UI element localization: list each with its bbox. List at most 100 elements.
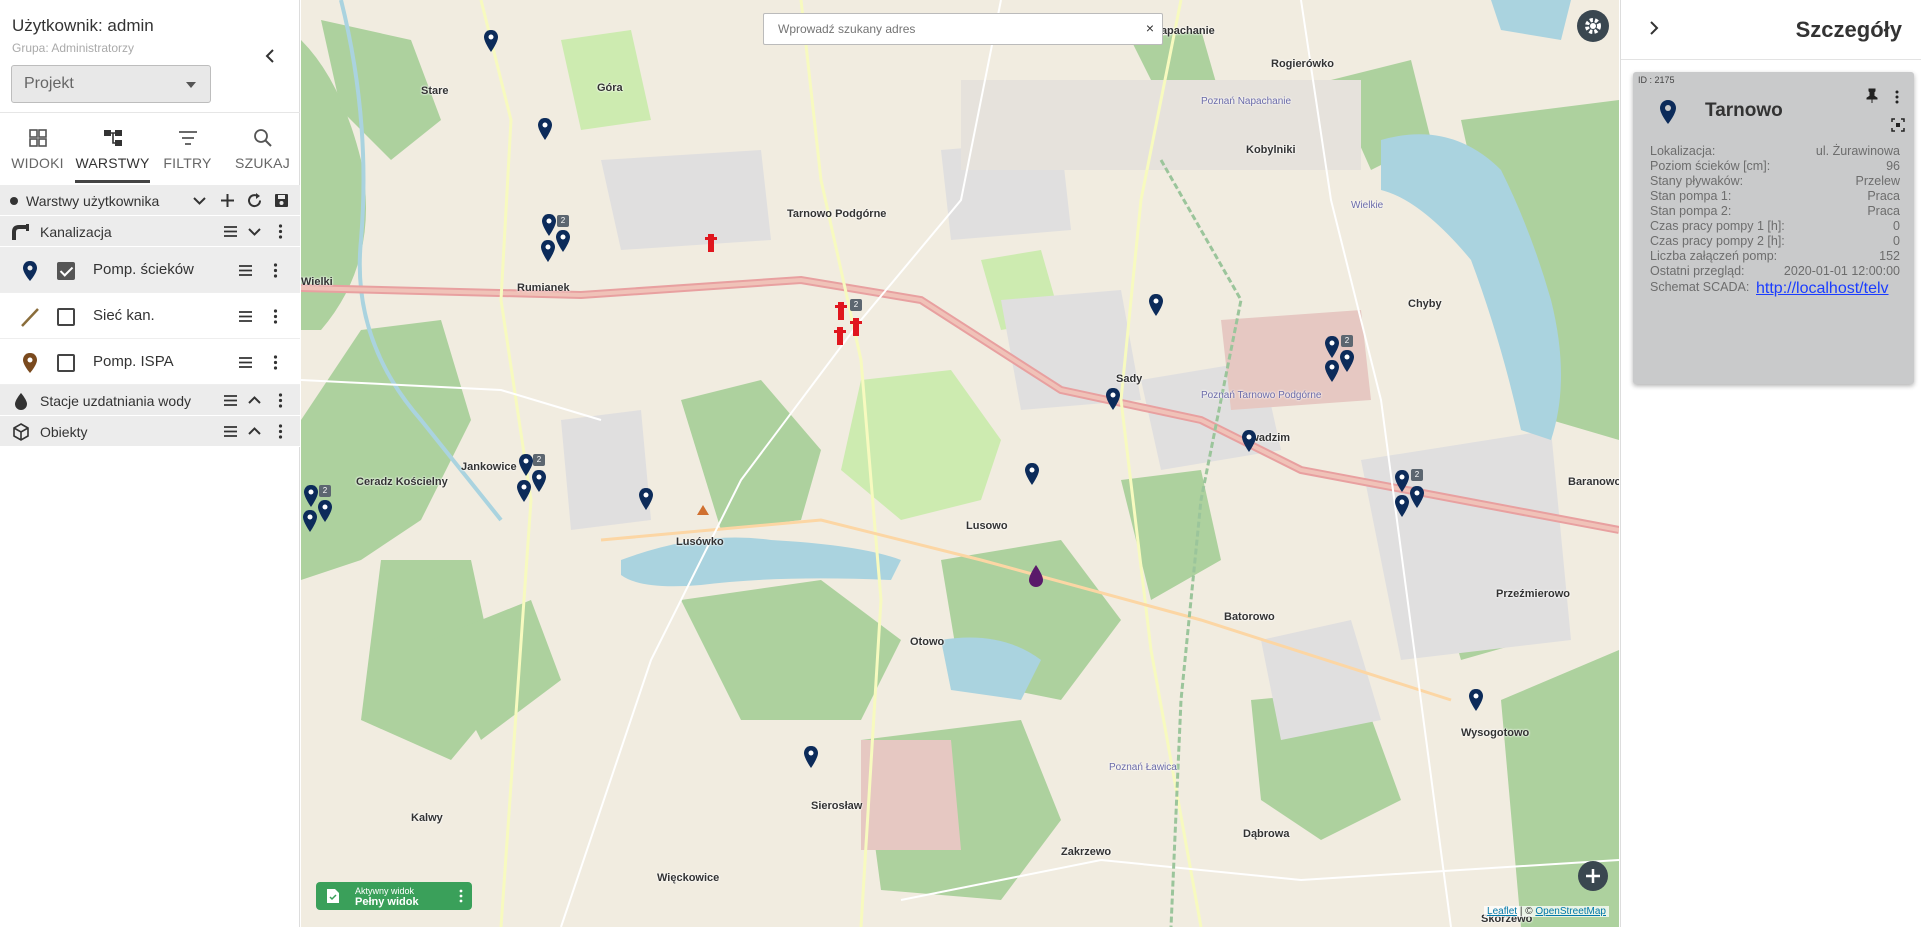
layer-checkbox[interactable] (57, 262, 75, 280)
map-settings-button[interactable] (1577, 10, 1609, 42)
refresh-icon[interactable] (246, 192, 263, 209)
field-value: 152 (1879, 249, 1900, 263)
caret-down-icon (186, 82, 196, 88)
place-label: Jankowice (461, 461, 517, 473)
add-layer-icon[interactable] (219, 192, 236, 209)
tab-szukaj[interactable]: SZUKAJ (225, 113, 300, 183)
user-block: Użytkownik: admin Grupa: Administratorzy (12, 16, 154, 55)
clear-search-button[interactable]: × (1146, 20, 1154, 36)
tab-filtry[interactable]: FILTRY (150, 113, 225, 183)
layers-panel: Warstwy użytkownika Kanalizacja Pomp. śc… (0, 185, 300, 447)
drag-handle-icon[interactable] (237, 308, 254, 325)
field-value: 96 (1886, 159, 1900, 173)
more-vert-icon[interactable] (267, 354, 284, 371)
pump-marker[interactable] (483, 30, 499, 52)
chevron-down-icon[interactable] (191, 192, 208, 209)
drag-handle-icon[interactable] (222, 392, 239, 409)
pump-marker[interactable] (1324, 336, 1340, 358)
address-search-input[interactable] (778, 15, 1138, 43)
place-label: Rogierówko (1271, 58, 1334, 70)
pump-marker[interactable] (1105, 388, 1121, 410)
drag-handle-icon[interactable] (237, 354, 254, 371)
hydrant-marker[interactable] (703, 232, 719, 254)
layer-item-pomp-sciekow[interactable]: Pomp. ścieków (0, 247, 300, 293)
more-vert-icon[interactable] (458, 888, 464, 904)
more-vert-icon[interactable] (272, 223, 289, 240)
cluster-badge[interactable]: 2 (557, 215, 569, 227)
collapse-sidebar-button[interactable] (260, 46, 280, 66)
place-label: Dąbrowa (1243, 828, 1290, 840)
cluster-badge[interactable]: 2 (533, 454, 545, 466)
pump-marker[interactable] (537, 118, 553, 140)
hydrant-marker[interactable] (832, 325, 848, 347)
layer-checkbox[interactable] (57, 308, 75, 326)
user-title: Użytkownik: admin (12, 16, 154, 35)
scada-link[interactable]: http://localhost/telv (1756, 280, 1889, 298)
pump-marker[interactable] (1339, 350, 1355, 372)
drag-handle-icon[interactable] (222, 223, 239, 240)
pump-marker[interactable] (531, 470, 547, 492)
tab-warstwy[interactable]: WARSTWY (75, 113, 150, 183)
pump-marker[interactable] (1409, 486, 1425, 508)
field-value: Praca (1867, 189, 1900, 203)
place-label: Ceradz Kościelny (356, 476, 448, 488)
pump-marker[interactable] (1241, 430, 1257, 452)
field-value: Przelew (1855, 174, 1900, 188)
field-key: Czas pracy pompy 1 [h]: (1650, 219, 1785, 233)
cluster-badge[interactable]: 2 (319, 485, 331, 497)
more-vert-icon[interactable] (267, 308, 284, 325)
pin-icon[interactable] (1865, 88, 1879, 104)
tab-widoki[interactable]: WIDOKI (0, 113, 75, 183)
layer-checkbox[interactable] (57, 354, 75, 372)
focus-icon[interactable] (1891, 118, 1905, 132)
map-add-button[interactable] (1578, 861, 1608, 891)
details-header: Szczegóły (1621, 0, 1921, 60)
cluster-badge[interactable]: 2 (1411, 469, 1423, 481)
pump-marker[interactable] (555, 230, 571, 252)
address-search: × (763, 13, 1163, 45)
field-value: 0 (1893, 219, 1900, 233)
pump-marker[interactable] (516, 480, 532, 502)
sidebar: Użytkownik: admin Grupa: Administratorzy… (0, 0, 300, 927)
layer-item-pomp-ispa[interactable]: Pomp. ISPA (0, 339, 300, 385)
pump-marker[interactable] (1468, 689, 1484, 711)
active-view-pill[interactable]: Aktywny widok Pełny widok (316, 882, 472, 910)
hydrant-marker[interactable] (848, 316, 864, 338)
pump-marker[interactable] (1324, 360, 1340, 382)
pump-marker[interactable] (1394, 470, 1410, 492)
cluster-badge[interactable]: 2 (850, 299, 862, 311)
grid-icon (28, 129, 47, 147)
chevron-up-icon[interactable] (246, 392, 263, 409)
pump-marker[interactable] (1148, 294, 1164, 316)
more-vert-icon[interactable] (272, 423, 289, 440)
more-vert-icon[interactable] (1893, 89, 1901, 105)
more-vert-icon[interactable] (267, 262, 284, 279)
layer-item-siec-kan[interactable]: Sieć kan. (0, 293, 300, 339)
pump-marker[interactable] (302, 510, 318, 532)
pump-marker[interactable] (1394, 495, 1410, 517)
chevron-down-icon[interactable] (246, 223, 263, 240)
drag-handle-icon[interactable] (222, 423, 239, 440)
chevron-up-icon[interactable] (246, 423, 263, 440)
drag-handle-icon[interactable] (237, 262, 254, 279)
document-icon (327, 889, 339, 903)
leaflet-link[interactable]: Leaflet (1487, 906, 1517, 917)
cluster-badge[interactable]: 2 (1341, 335, 1353, 347)
pump-marker[interactable] (317, 500, 333, 522)
pump-marker[interactable] (1024, 463, 1040, 485)
layer-group-stacje-uzdatniania[interactable]: Stacje uzdatniania wody (0, 385, 300, 416)
project-select-value: Projekt (24, 75, 74, 92)
layer-group-kanalizacja[interactable]: Kanalizacja (0, 216, 300, 247)
chevron-right-icon[interactable] (1647, 20, 1661, 36)
map-view[interactable]: Góra Stare Napachanie Rogierówko Kobylni… (301, 0, 1619, 927)
save-icon[interactable] (273, 192, 290, 209)
pump-marker[interactable] (803, 746, 819, 768)
layer-group-obiekty[interactable]: Obiekty (0, 416, 300, 447)
hydrant-marker[interactable] (833, 300, 849, 322)
pump-marker[interactable] (540, 240, 556, 262)
pump-marker[interactable] (638, 488, 654, 510)
project-select[interactable]: Projekt (11, 65, 211, 103)
layer-group-label: Obiekty (40, 424, 88, 440)
more-vert-icon[interactable] (272, 392, 289, 409)
osm-link[interactable]: OpenStreetMap (1535, 906, 1606, 917)
